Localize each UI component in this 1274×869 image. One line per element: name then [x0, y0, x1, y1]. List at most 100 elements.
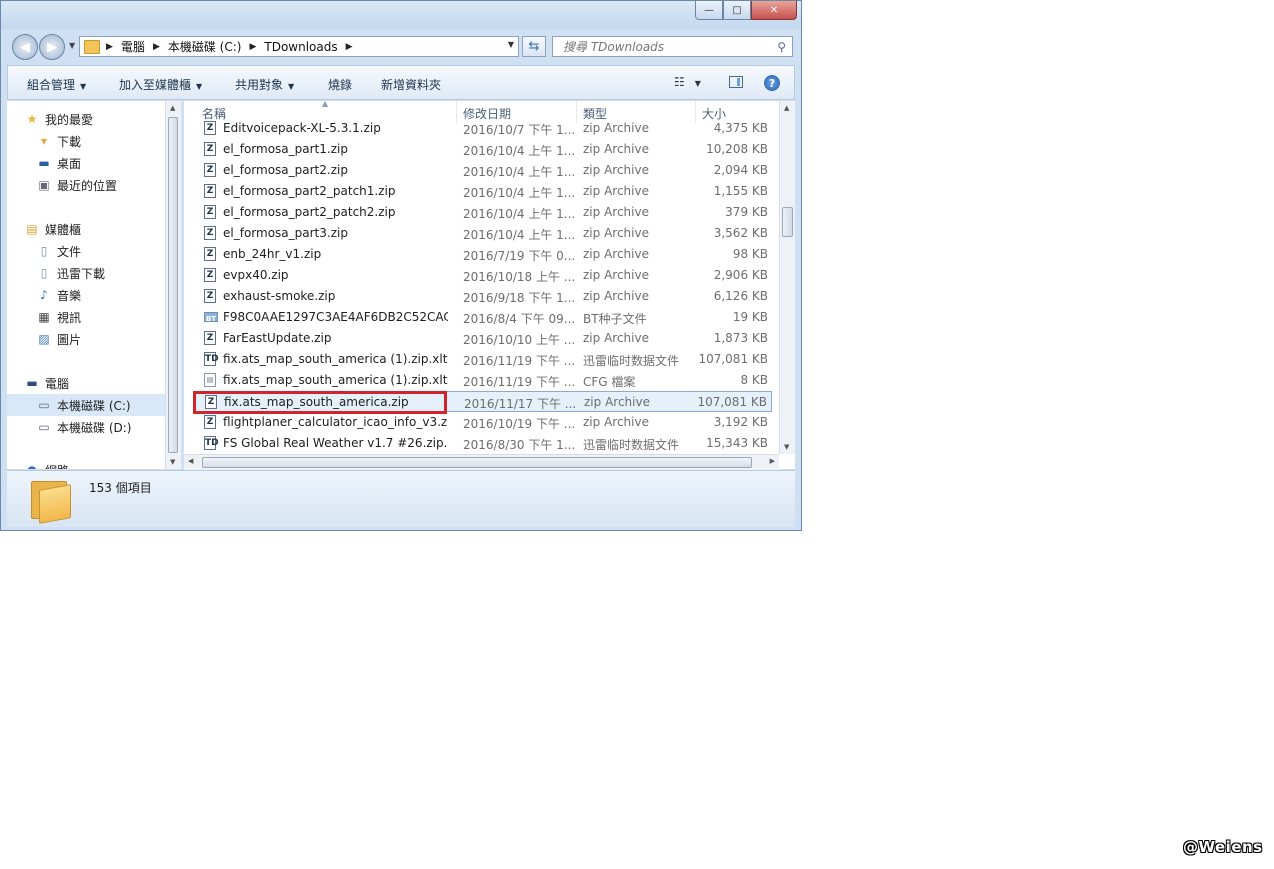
refresh-button[interactable]: ⇆ [522, 36, 546, 57]
recent-pages-dropdown[interactable]: ▼ [69, 41, 75, 50]
navigation-scrollbar[interactable]: ▲ ▼ [165, 101, 181, 469]
file-list: ▲ 名稱 修改日期 類型 大小 Z Editvoicepack-XL-5.3.1.… [184, 101, 795, 469]
breadcrumb-arrow-icon[interactable]: ▶ [153, 42, 160, 52]
documents-icon: ▯ [40, 244, 48, 258]
details-pane: 153 個項目 [7, 470, 795, 527]
file-name: el_formosa_part1.zip [223, 142, 348, 156]
sidebar-computer[interactable]: ▬ 電腦 [25, 372, 165, 394]
breadcrumb-tdownloads[interactable]: TDownloads [264, 40, 337, 54]
sidebar-favorites[interactable]: ★ 我的最愛 [25, 108, 165, 130]
table-row[interactable]: TD fix.ats_map_south_america (1).zip.xltd… [194, 349, 772, 370]
table-row[interactable]: Zexhaust-smoke.zip 2016/9/18 下午 1... zip A… [194, 286, 772, 307]
breadcrumb-arrow-icon[interactable]: ▶ [346, 42, 353, 52]
item-count: 153 個項目 [89, 481, 152, 495]
view-options-button[interactable]: ☷ ▼ [674, 75, 701, 89]
sidebar-item-documents[interactable]: ▯ 文件 [37, 240, 165, 262]
sidebar-network[interactable]: ● 網路 [25, 459, 165, 469]
file-date: 2016/10/4 上午 1... [463, 207, 576, 221]
scroll-down-icon[interactable]: ▼ [784, 443, 789, 451]
zip-file-icon: Z [204, 184, 216, 198]
sidebar-item-drive-d[interactable]: ▭ 本機磁碟 (D:) [37, 416, 165, 438]
add-to-library-menu[interactable]: 加入至媒體櫃 ▼ [119, 76, 202, 93]
table-row[interactable]: ▤ fix.ats_map_south_america (1).zip.xltd.… [194, 370, 772, 391]
file-type: 迅雷临时数据文件 [583, 438, 680, 452]
scroll-up-icon[interactable]: ▲ [170, 104, 175, 112]
burn-button[interactable]: 燒錄 [328, 76, 352, 93]
new-folder-button[interactable]: 新增資料夾 [381, 76, 441, 93]
breadcrumb-arrow-icon[interactable]: ▶ [106, 42, 113, 52]
zip-file-icon: Z [204, 121, 216, 135]
breadcrumb-arrow-icon[interactable]: ▶ [249, 42, 256, 52]
table-row[interactable]: BT F98C0AAE1297C3AE4AF6DB2C52CAC... 2016/8… [194, 307, 772, 328]
file-date: 2016/10/4 上午 1... [463, 165, 576, 179]
file-size: 3,192 KB [713, 415, 768, 429]
scroll-right-icon[interactable]: ▶ [770, 457, 775, 465]
scroll-left-icon[interactable]: ◀ [188, 457, 193, 465]
share-with-label: 共用對象 [235, 78, 284, 92]
address-bar[interactable]: ▶ 電腦 ▶ 本機磁碟 (C:) ▶ TDownloads ▶ ▼ [79, 36, 519, 57]
file-size: 2,906 KB [713, 268, 768, 282]
folder-icon [84, 39, 100, 54]
table-row[interactable]: Zel_formosa_part3.zip 2016/10/4 上午 1... zi… [194, 223, 772, 244]
chevron-down-icon: ▼ [196, 82, 203, 91]
file-size: 10,208 KB [706, 142, 768, 156]
sidebar-item-xunlei-downloads[interactable]: ▯ 迅雷下載 [37, 262, 165, 284]
file-size: 107,081 KB [698, 352, 768, 366]
file-date: 2016/10/4 上午 1... [463, 228, 576, 242]
search-icon[interactable]: ⚲ [777, 40, 786, 54]
chevron-down-icon: ▼ [80, 82, 87, 91]
file-date: 2016/11/19 下午 ... [463, 354, 576, 368]
file-date: 2016/10/10 上午 ... [463, 333, 576, 347]
preview-pane-icon[interactable] [729, 76, 743, 88]
file-list-horizontal-scrollbar[interactable]: ◀ ▶ [184, 454, 779, 470]
sidebar-item-desktop[interactable]: ▬ 桌面 [37, 152, 165, 174]
table-row[interactable]: TD FS Global Real Weather v1.7 #26.zip...… [194, 433, 772, 454]
command-bar: 組合管理 ▼ 加入至媒體櫃 ▼ 共用對象 ▼ 燒錄 新增資料夾 ☷ ▼ ? [7, 65, 795, 100]
scroll-thumb[interactable] [202, 457, 752, 468]
table-row[interactable]: Zenb_24hr_v1.zip 2016/7/19 下午 0... zip Arc… [194, 244, 772, 265]
file-size: 8 KB [740, 373, 768, 387]
address-dropdown-icon[interactable]: ▼ [508, 40, 514, 49]
organize-menu[interactable]: 組合管理 ▼ [27, 76, 86, 93]
file-date: 2016/10/4 上午 1... [463, 186, 576, 200]
scroll-down-icon[interactable]: ▼ [170, 458, 175, 466]
forward-button[interactable]: ▶ [39, 34, 65, 60]
add-to-library-label: 加入至媒體櫃 [119, 78, 192, 92]
table-row[interactable]: Z FarEastUpdate.zip 2016/10/10 上午 ... zip A… [194, 328, 772, 349]
back-button[interactable]: ◀ [12, 34, 38, 60]
scroll-thumb[interactable] [782, 207, 793, 237]
file-size: 379 KB [725, 205, 768, 219]
xunlei-temp-file-icon: TD [204, 352, 219, 366]
breadcrumb-computer[interactable]: 電腦 [121, 38, 145, 55]
scroll-thumb[interactable] [168, 117, 178, 453]
table-row[interactable]: Zevpx40.zip 2016/10/18 上午 ... zip Archive 2… [194, 265, 772, 286]
table-row[interactable]: Z Editvoicepack-XL-5.3.1.zip 2016/10/7 下午 … [194, 118, 772, 139]
sidebar-item-drive-c[interactable]: ▭ 本機磁碟 (C:) [7, 394, 165, 416]
close-button[interactable]: ✕ [751, 1, 797, 20]
zip-file-icon: Z [204, 163, 216, 177]
breadcrumb-drive-c[interactable]: 本機磁碟 (C:) [168, 38, 242, 55]
table-row[interactable]: Zel_formosa_part1.zip 2016/10/4 上午 1... zi… [194, 139, 772, 160]
share-with-menu[interactable]: 共用對象 ▼ [235, 76, 294, 93]
table-row[interactable]: Zflightplaner_calculator_icao_info_v3.zi… [194, 412, 772, 433]
minimize-button[interactable]: — [695, 1, 723, 20]
forward-arrow-icon: ▶ [47, 39, 57, 55]
sidebar-item-videos[interactable]: ▦ 視訊 [37, 306, 165, 328]
file-list-vertical-scrollbar[interactable]: ▲ ▼ [779, 101, 795, 454]
file-date: 2016/10/18 上午 ... [463, 270, 576, 284]
file-type: zip Archive [583, 163, 649, 177]
sidebar-item-downloads[interactable]: ▾ 下載 [37, 130, 165, 152]
table-row[interactable]: Zel_formosa_part2.zip 2016/10/4 上午 1... zi… [194, 160, 772, 181]
sidebar-item-recent-places[interactable]: ▣ 最近的位置 [37, 174, 165, 196]
chevron-down-icon: ▼ [288, 82, 295, 91]
sidebar-libraries[interactable]: ▤ 媒體櫃 [25, 218, 165, 240]
file-type: zip Archive [583, 205, 649, 219]
table-row[interactable]: Zel_formosa_part2_patch1.zip 2016/10/4 上午… [194, 181, 772, 202]
scroll-up-icon[interactable]: ▲ [784, 104, 789, 112]
maximize-button[interactable]: □ [723, 1, 751, 20]
help-icon[interactable]: ? [764, 75, 780, 91]
sidebar-item-music[interactable]: ♪ 音樂 [37, 284, 165, 306]
sidebar-item-pictures[interactable]: ▨ 圖片 [37, 328, 165, 350]
table-row[interactable]: Zel_formosa_part2_patch2.zip 2016/10/4 上午… [194, 202, 772, 223]
search-input[interactable] [561, 38, 775, 55]
